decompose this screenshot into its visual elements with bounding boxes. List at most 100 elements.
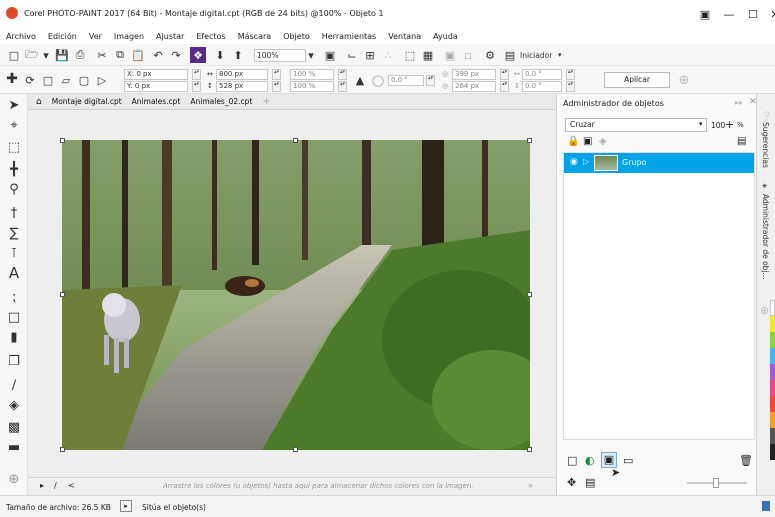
x-spinner[interactable]: ▴▾ <box>192 69 201 80</box>
menu-objeto[interactable]: Objeto <box>283 32 310 41</box>
distort-mode-icon[interactable]: ▢ <box>76 72 92 88</box>
workspace-dropdown-icon[interactable]: ▾ <box>558 51 562 59</box>
paper-color-icon[interactable]: ▬ <box>4 438 24 456</box>
menu-archivo[interactable]: Archivo <box>6 32 36 41</box>
add-preset-icon[interactable]: ⊕ <box>676 72 692 88</box>
menu-edicion[interactable]: Edición <box>48 32 77 41</box>
menu-ver[interactable]: Ver <box>89 32 102 41</box>
brush-lock-icon[interactable]: ◈ <box>599 136 607 147</box>
center-x-field[interactable]: 399 px <box>452 69 496 80</box>
mask-overlay-icon[interactable]: ▦ <box>420 47 436 63</box>
status-menu-icon[interactable]: ▸ <box>120 500 132 512</box>
menu-imagen[interactable]: Imagen <box>114 32 144 41</box>
selection-handle[interactable] <box>527 138 532 143</box>
minimize-button[interactable]: — <box>718 4 740 24</box>
skew-v-field[interactable]: 0.0 ° <box>522 81 562 92</box>
eraser-tool-icon[interactable]: ▮ <box>4 328 24 346</box>
center-x-spinner[interactable]: ▴▾ <box>500 69 509 80</box>
color-palette[interactable] <box>770 300 775 460</box>
lock-icon[interactable]: 🔒 <box>567 136 579 147</box>
mask-transform-tool-icon[interactable]: ⌖ <box>4 116 24 134</box>
height-spinner[interactable]: ▴▾ <box>272 81 281 92</box>
selection-handle[interactable] <box>60 292 65 297</box>
skew-v-spinner[interactable]: ▴▾ <box>566 81 575 92</box>
import-icon[interactable]: ⬇ <box>212 47 228 63</box>
docker-expand-icon[interactable]: ▸▸ <box>735 98 743 107</box>
clip-mask-icon[interactable]: ▫ <box>460 47 476 63</box>
eyedropper-icon[interactable]: ∕ <box>54 481 57 490</box>
zoom-tool-icon[interactable]: ⚲ <box>4 180 24 198</box>
corel-connect-icon[interactable]: ❖ <box>190 47 206 63</box>
palette-menu-icon[interactable]: ▸ <box>40 481 44 490</box>
skew-h-spinner[interactable]: ▴▾ <box>566 69 575 80</box>
zoom-dropdown-icon[interactable]: ▾ <box>306 47 316 63</box>
new-object-icon[interactable]: □ <box>567 454 577 467</box>
clone-tool-icon[interactable]: ⊺ <box>4 244 24 262</box>
y-spinner[interactable]: ▴▾ <box>192 81 201 92</box>
rectangle-mask-tool-icon[interactable]: ⬚ <box>4 138 24 156</box>
lock-transparency-icon[interactable]: ▣ <box>583 136 592 147</box>
open-icon[interactable]: 🗁 <box>24 47 40 63</box>
home-icon[interactable]: ⌂ <box>36 97 42 107</box>
perspective-mode-icon[interactable]: ▷ <box>94 72 110 88</box>
grid-icon[interactable]: ⊞ <box>362 47 378 63</box>
red-eye-tool-icon[interactable]: ∑ <box>4 224 24 242</box>
center-y-field[interactable]: 264 px <box>452 81 496 92</box>
slider-thumb[interactable] <box>713 478 719 488</box>
text-tool-icon[interactable]: A <box>4 264 24 282</box>
scale-width-field[interactable]: 100 % <box>290 69 334 80</box>
rotation-icon[interactable]: ◯ <box>370 72 386 88</box>
object-row-grupo[interactable]: ◉ ▷ Grupo <box>564 153 754 173</box>
selection-handle[interactable] <box>60 447 65 452</box>
rotation-angle-field[interactable]: 0.0 ° <box>388 75 424 86</box>
skew-h-field[interactable]: 0.0 ° <box>522 69 562 80</box>
tab-montaje-digital[interactable]: Montaje digital.cpt <box>52 97 122 106</box>
print-icon[interactable]: ⎙ <box>72 47 88 63</box>
scale-h-spinner[interactable]: ▴▾ <box>338 81 347 92</box>
combine-objects-icon[interactable]: ▭ <box>623 454 633 467</box>
lock-ratio-icon[interactable]: ▲ <box>352 72 368 88</box>
object-manager-tab-icon[interactable]: ⌖ <box>762 182 767 192</box>
width-field[interactable]: 800 px <box>216 69 268 80</box>
menu-ayuda[interactable]: Ayuda <box>433 32 458 41</box>
zoom-level-field[interactable]: 100% <box>254 49 306 62</box>
open-dropdown-icon[interactable]: ▾ <box>42 47 50 63</box>
docker-options-icon[interactable]: ▤ <box>737 136 746 147</box>
rulers-icon[interactable]: ⌙ <box>344 47 360 63</box>
add-tool-icon[interactable]: ⊕ <box>4 470 24 488</box>
eyedropper-tool-icon[interactable]: † <box>4 204 24 222</box>
position-mode-icon[interactable]: ✚ <box>4 71 20 87</box>
menu-ventana[interactable]: Ventana <box>388 32 421 41</box>
selection-handle[interactable] <box>527 447 532 452</box>
selection-handle[interactable] <box>60 138 65 143</box>
width-spinner[interactable]: ▴▾ <box>272 69 281 80</box>
screen-capture-icon[interactable]: ▣ <box>694 4 716 24</box>
lock-mask-icon[interactable]: ▣ <box>442 47 458 63</box>
menu-mascara[interactable]: Máscara <box>238 32 271 41</box>
redo-icon[interactable]: ↷ <box>168 47 184 63</box>
maximize-button[interactable]: ☐ <box>742 4 764 24</box>
rectangle-tool-icon[interactable]: □ <box>4 308 24 326</box>
tab-animales[interactable]: Animales.cpt <box>132 97 181 106</box>
menu-ajustar[interactable]: Ajustar <box>156 32 184 41</box>
menu-herramientas[interactable]: Herramientas <box>322 32 377 41</box>
delete-object-icon[interactable]: 🗑 <box>739 454 753 467</box>
undo-icon[interactable]: ↶ <box>150 47 166 63</box>
tab-administrador-objetos[interactable]: Administrador de obj... <box>761 194 770 280</box>
y-position-field[interactable]: Y: 0 px <box>124 81 188 92</box>
object-properties-icon[interactable]: ▤ <box>585 476 595 489</box>
canvas-area[interactable] <box>28 110 556 477</box>
height-field[interactable]: 528 px <box>216 81 268 92</box>
save-icon[interactable]: 💾 <box>54 47 70 63</box>
copy-icon[interactable]: ⧉ <box>112 47 128 63</box>
tab-animales-02[interactable]: Animales_02.cpt <box>190 97 252 106</box>
visibility-eye-icon[interactable]: ◉ <box>570 157 578 167</box>
pick-tool-icon[interactable]: ➤ <box>4 96 24 114</box>
snap-icon[interactable]: ∴ <box>380 47 396 63</box>
rotation-spinner[interactable]: ▴▾ <box>426 75 435 86</box>
mask-marquee-icon[interactable]: ⬚ <box>402 47 418 63</box>
launcher-icon[interactable]: ▤ <box>502 47 518 63</box>
merge-mode-dropdown-icon[interactable]: ▾ <box>699 120 703 128</box>
paint-tool-icon[interactable]: ⁏ <box>4 288 24 306</box>
color-swatches-icon[interactable]: ▩ <box>4 418 24 436</box>
